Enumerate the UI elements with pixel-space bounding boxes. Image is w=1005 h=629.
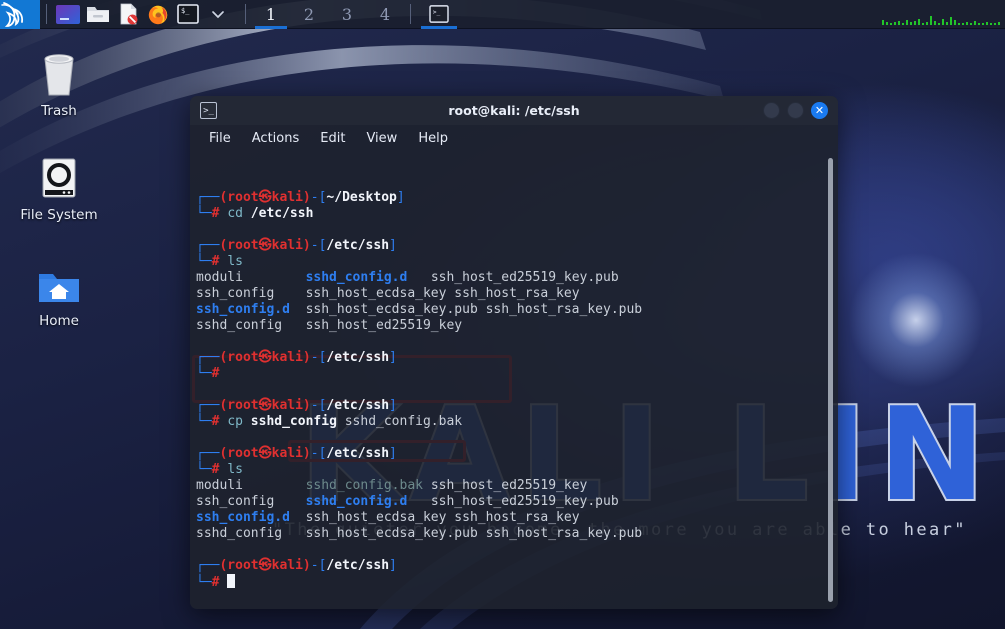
desktop-icon-label: Home	[39, 313, 79, 329]
launcher-text-editor[interactable]	[113, 0, 143, 29]
desktop-icon-trash[interactable]: Trash	[5, 46, 113, 119]
minimize-button[interactable]	[763, 102, 780, 119]
terminal-content: ┌──(root㉿kali)-[~/Desktop] └─# cd /etc/ss…	[196, 190, 838, 590]
terminal-window[interactable]: >_ root@kali: /etc/ssh ✕ File Actions Ed…	[190, 96, 838, 609]
launcher-show-more[interactable]	[203, 0, 233, 29]
taskbar-item-terminal[interactable]: >_	[417, 0, 461, 29]
terminal-purple-icon	[56, 4, 80, 24]
launcher-terminal[interactable]: $_	[173, 0, 203, 29]
workspace-button-3[interactable]: 3	[328, 0, 366, 29]
firefox-icon	[148, 5, 168, 25]
terminal-command-line: └─#	[196, 574, 838, 590]
terminal-prompt-line: ┌──(root㉿kali)-[/etc/ssh]	[196, 446, 397, 461]
terminal-prompt-line: ┌──(root㉿kali)-[/etc/ssh]	[196, 398, 397, 413]
terminal-command-line: └─# cd /etc/ssh	[196, 206, 314, 221]
terminal-output-row: sshd_config ssh_host_ed25519_key	[196, 318, 470, 333]
menu-help[interactable]: Help	[409, 128, 457, 149]
terminal-output-area[interactable]: ┌──(root㉿kali)-[~/Desktop] └─# cd /etc/ss…	[190, 152, 838, 609]
panel-divider-3	[410, 4, 411, 24]
launcher-file-manager[interactable]	[83, 0, 113, 29]
terminal-scrollbar[interactable]	[828, 158, 833, 602]
window-controls: ✕	[763, 102, 828, 119]
desktop: KALI LINUX "The quieter you become, the …	[0, 0, 1005, 629]
menu-file[interactable]: File	[200, 128, 240, 149]
desktop-icon-label: Trash	[41, 103, 77, 119]
desktop-icon-file-system[interactable]: File System	[5, 150, 113, 223]
workspace-button-1[interactable]: 1	[252, 0, 290, 29]
svg-text:>_: >_	[433, 9, 441, 16]
terminal-output-row: sshd_config ssh_host_ecdsa_key.pub ssh_h…	[196, 526, 643, 541]
terminal-title: root@kali: /etc/ssh	[448, 103, 580, 118]
terminal-prompt-line: ┌──(root㉿kali)-[~/Desktop]	[196, 190, 405, 205]
svg-text:$_: $_	[181, 7, 190, 15]
terminal-icon: >_	[200, 102, 217, 119]
menu-edit[interactable]: Edit	[311, 128, 354, 149]
terminal-command-line: └─# ls	[196, 254, 243, 269]
menu-view[interactable]: View	[357, 128, 406, 149]
terminal-cursor	[227, 574, 236, 588]
terminal-output-row: ssh_config sshd_config.d ssh_host_ed2551…	[196, 494, 619, 509]
terminal-output-row: ssh_config.d ssh_host_ecdsa_key.pub ssh_…	[196, 302, 643, 317]
workspace-button-2[interactable]: 2	[290, 0, 328, 29]
document-icon	[120, 3, 138, 25]
menu-actions[interactable]: Actions	[243, 128, 309, 149]
folder-icon	[87, 7, 109, 22]
home-folder-icon	[5, 256, 113, 308]
launcher-app-purple[interactable]	[53, 0, 83, 29]
panel-divider-2	[245, 4, 246, 24]
terminal-icon: $_	[177, 4, 199, 24]
terminal-prompt-line: ┌──(root㉿kali)-[/etc/ssh]	[196, 350, 397, 365]
system-monitor-graph[interactable]	[881, 3, 1001, 25]
terminal-output-row: moduli sshd_config.bak ssh_host_ed25519_…	[196, 478, 588, 493]
close-button[interactable]: ✕	[811, 102, 828, 119]
top-panel: $_ 1 2 3 4 >_	[0, 0, 1005, 29]
terminal-output-row: ssh_config ssh_host_ecdsa_key ssh_host_r…	[196, 286, 580, 301]
terminal-prompt-line: ┌──(root㉿kali)-[/etc/ssh]	[196, 558, 397, 573]
terminal-icon: >_	[429, 5, 449, 23]
terminal-output-row: ssh_config.d ssh_host_ecdsa_key ssh_host…	[196, 510, 580, 525]
terminal-output-row: moduli sshd_config.d ssh_host_ed25519_ke…	[196, 270, 619, 285]
chevron-down-icon	[212, 11, 224, 19]
terminal-prompt-line: ┌──(root㉿kali)-[/etc/ssh]	[196, 238, 397, 253]
maximize-button[interactable]	[787, 102, 804, 119]
terminal-menubar: File Actions Edit View Help	[190, 125, 838, 152]
terminal-command-line: └─#	[196, 366, 228, 381]
desktop-icon-label: File System	[20, 207, 98, 223]
terminal-titlebar[interactable]: >_ root@kali: /etc/ssh ✕	[190, 96, 838, 125]
terminal-command-line: └─# ls	[196, 462, 243, 477]
trash-icon	[5, 46, 113, 98]
terminal-command-line: └─# cp sshd_config sshd_config.bak	[196, 414, 463, 429]
hard-drive-icon	[5, 150, 113, 202]
kali-menu-button[interactable]	[0, 0, 40, 29]
desktop-icon-home[interactable]: Home	[5, 256, 113, 329]
workspace-button-4[interactable]: 4	[366, 0, 404, 29]
panel-divider-1	[46, 4, 47, 24]
launcher-firefox[interactable]	[143, 0, 173, 29]
